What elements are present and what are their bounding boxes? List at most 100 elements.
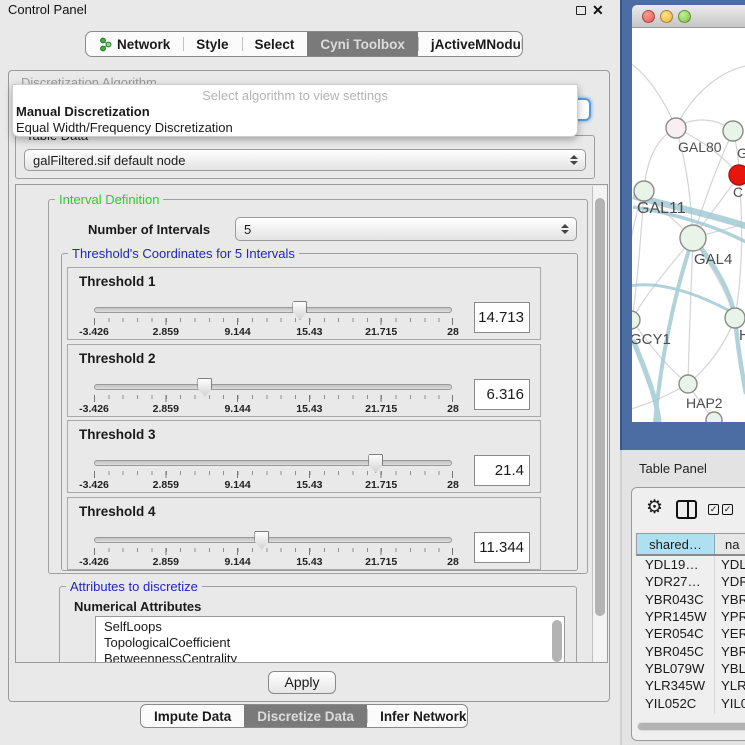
number-of-intervals-value: 5 (244, 222, 251, 237)
node-label: GAL4 (694, 251, 732, 268)
threshold-value-field[interactable]: 14.713 (474, 302, 530, 333)
cell-shared-name[interactable]: YDR27… (636, 574, 714, 589)
attribute-list-item[interactable]: BetweennessCentrality (104, 651, 564, 663)
number-of-intervals-combobox[interactable]: 5 (235, 217, 577, 241)
cell-name[interactable]: YIL0 (714, 696, 745, 711)
tick-label: -3.426 (79, 326, 109, 338)
table-row[interactable]: YER054CYER0 (636, 625, 745, 642)
tab-impute-data[interactable]: Impute Data (141, 705, 244, 727)
tab-discretize-data[interactable]: Discretize Data (244, 705, 367, 727)
threshold-value-field[interactable]: 21.4 (474, 455, 530, 486)
network-node-h[interactable] (725, 308, 745, 328)
numerical-attributes-list[interactable]: SelfLoopsTopologicalCoefficientBetweenne… (95, 616, 565, 663)
cell-shared-name[interactable]: YER054C (636, 626, 714, 641)
tab-network[interactable]: Network (86, 32, 183, 56)
table-data-selected-value: galFiltered.sif default node (33, 153, 185, 168)
scrollbar-thumb[interactable] (638, 723, 745, 730)
table-row[interactable]: YDR27…YDR2 (636, 573, 745, 590)
table-data-combobox[interactable]: galFiltered.sif default node (24, 149, 586, 171)
tab-select[interactable]: Select (242, 32, 308, 56)
table-row[interactable]: YPR145WYPR1 (636, 608, 745, 625)
cell-name[interactable]: YBR0 (714, 592, 745, 607)
column-layout-icon[interactable] (676, 500, 697, 519)
cell-shared-name[interactable]: YBL079W (636, 661, 714, 676)
network-node-gcy1[interactable] (632, 311, 640, 329)
threshold-box: Threshold 3 -3.4262.8599.14415.4321.7152… (67, 420, 541, 493)
slider-track[interactable] (94, 384, 452, 390)
checkbox-icon[interactable]: ✓ (708, 504, 719, 515)
cell-shared-name[interactable]: YPR145W (636, 609, 714, 624)
network-node-gal11[interactable] (634, 181, 654, 201)
table-row[interactable]: YBR043CYBR0 (636, 591, 745, 608)
table-row[interactable]: YBR045CYBR0 (636, 642, 745, 659)
tab-cyni-toolbox[interactable]: Cyni Toolbox (307, 32, 418, 56)
dropdown-option-equal-width-frequency[interactable]: Equal Width/Frequency Discretization (16, 120, 233, 135)
network-node-gal80[interactable] (666, 118, 686, 138)
tab-infer-network[interactable]: Infer Network (367, 705, 468, 727)
cell-name[interactable]: YBR0 (714, 644, 745, 659)
cell-name[interactable]: YLR3 (714, 678, 745, 693)
checkbox-icon[interactable]: ✓ (722, 504, 733, 515)
slider-track[interactable] (94, 537, 452, 543)
tick-label: 21.715 (365, 556, 397, 568)
interval-definition-title: Interval Definition (55, 192, 163, 207)
cell-shared-name[interactable]: YDL19… (636, 557, 714, 572)
tab-style[interactable]: Style (183, 32, 241, 56)
threshold-label: Threshold 4 (79, 504, 156, 519)
mac-zoom-icon[interactable] (678, 10, 691, 23)
scrollbar-thumb[interactable] (595, 198, 605, 616)
horizontal-scrollbar[interactable] (637, 722, 745, 731)
control-panel-titlebar: Control Panel (0, 0, 620, 20)
close-icon[interactable]: ✕ (592, 1, 604, 19)
table-row[interactable]: YLR345WYLR3 (636, 677, 745, 694)
slider-track[interactable] (94, 460, 452, 466)
cell-shared-name[interactable]: YBR043C (636, 592, 714, 607)
vertical-scrollbar[interactable] (592, 186, 607, 662)
tick-label: 2.859 (153, 403, 179, 415)
column-header-name[interactable]: na (715, 534, 745, 554)
slider-tick-labels: -3.4262.8599.14415.4321.71528 (94, 403, 453, 416)
network-node-c[interactable] (729, 165, 745, 185)
table-row[interactable]: YDL19…YDL1 (636, 556, 745, 573)
slider-track[interactable] (94, 307, 452, 313)
table-row[interactable]: YIL052CYIL0 (636, 694, 745, 711)
dropdown-option-manual-discretization[interactable]: Manual Discretization (16, 104, 150, 119)
network-canvas[interactable]: GAL80GCGAL11GAL4GCY1HHAP2 (632, 28, 745, 422)
attribute-list-item[interactable]: SelfLoops (104, 619, 564, 635)
mac-minimize-icon[interactable] (660, 10, 673, 23)
tick-label: 21.715 (365, 403, 397, 415)
spinner-arrows-icon (561, 224, 569, 234)
cell-shared-name[interactable]: YBR045C (636, 644, 714, 659)
node-label: HAP2 (686, 395, 723, 411)
cell-name[interactable]: YER0 (714, 626, 745, 641)
apply-button[interactable]: Apply (268, 671, 336, 694)
tick-label: 2.859 (153, 479, 179, 491)
cell-name[interactable]: YBL0 (714, 661, 745, 676)
cell-name[interactable]: YDL1 (714, 557, 745, 572)
network-node[interactable] (706, 412, 722, 422)
network-node-g[interactable] (723, 121, 743, 141)
slider-tick-labels: -3.4262.8599.14415.4321.71528 (94, 556, 453, 569)
table-row[interactable]: YBL079WYBL0 (636, 660, 745, 677)
column-header-shared-name[interactable]: shared… (637, 534, 715, 554)
cell-shared-name[interactable]: YIL052C (636, 696, 714, 711)
discretization-algorithm-panel: Discretization Algorithm Table Data galF… (8, 70, 610, 702)
tab-jactivemnodules[interactable]: jActiveMNodules (418, 32, 523, 56)
list-scrollbar[interactable] (552, 620, 562, 662)
threshold-value-field[interactable]: 6.316 (474, 379, 530, 410)
float-window-icon[interactable] (576, 6, 586, 15)
cell-name[interactable]: YPR1 (714, 609, 745, 624)
cell-name[interactable]: YDR2 (714, 574, 745, 589)
network-node-hap2[interactable] (679, 375, 697, 393)
tab-label: jActiveMNodules (431, 37, 523, 52)
threshold-box: Threshold 1 -3.4262.8599.14415.4321.7152… (67, 267, 541, 340)
node-label: GAL11 (637, 200, 686, 217)
threshold-value-field[interactable]: 11.344 (474, 532, 530, 563)
cell-shared-name[interactable]: YLR345W (636, 678, 714, 693)
network-node-gal4[interactable] (680, 225, 706, 251)
gear-icon[interactable]: ⚙ (646, 496, 663, 519)
tick-label: 28 (447, 556, 459, 568)
attribute-list-item[interactable]: TopologicalCoefficient (104, 635, 564, 651)
mac-close-icon[interactable] (642, 10, 655, 23)
node-table: shared… na YDL19…YDL1YDR27…YDR2YBR043CYB… (636, 533, 745, 714)
